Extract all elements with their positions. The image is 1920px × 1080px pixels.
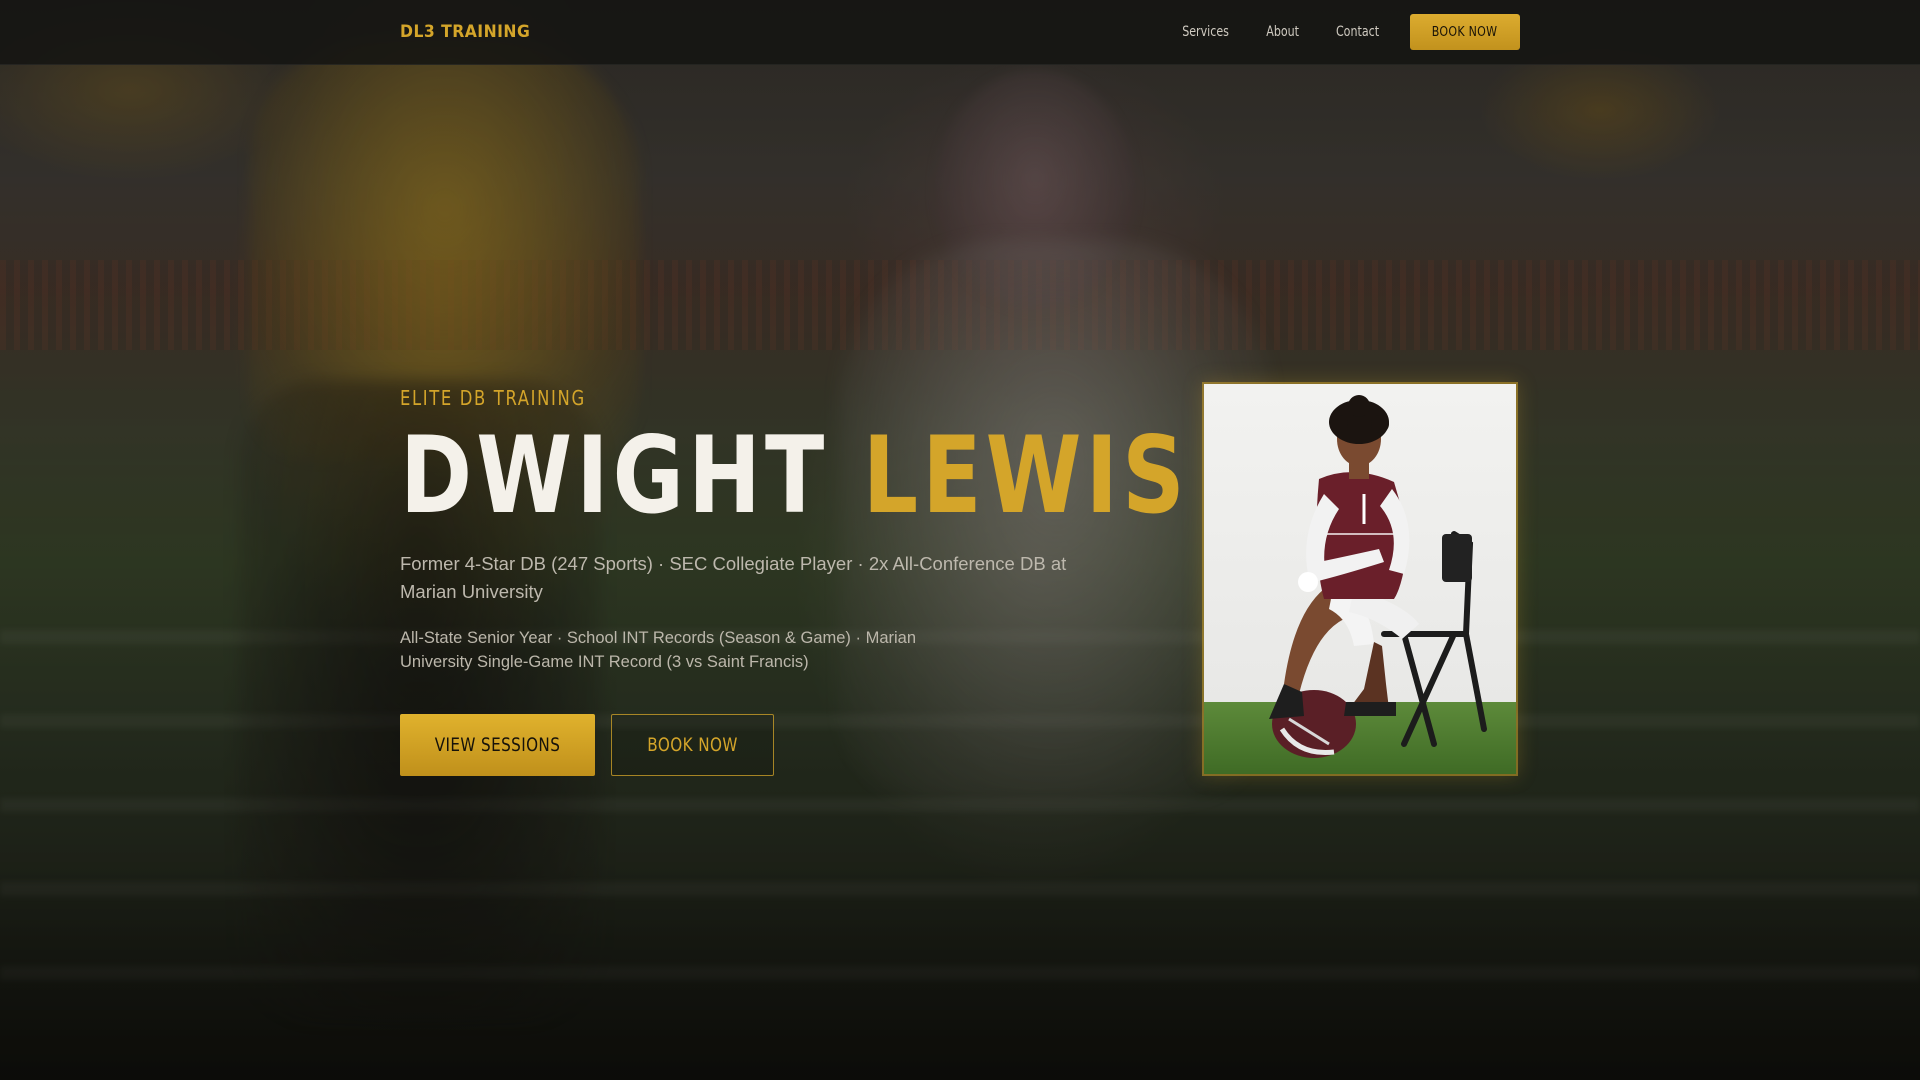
hero-title-first: DWIGHT bbox=[400, 414, 829, 537]
navbar-inner: DL3 TRAINING Services About Contact BOOK… bbox=[400, 0, 1520, 64]
hero-book-now-button[interactable]: BOOK NOW bbox=[611, 714, 774, 776]
nav-links: Services About Contact BOOK NOW bbox=[1147, 14, 1520, 50]
hero-cta-row: VIEW SESSIONS BOOK NOW bbox=[400, 714, 1080, 776]
view-sessions-button[interactable]: VIEW SESSIONS bbox=[400, 714, 595, 776]
nav-book-now-button[interactable]: BOOK NOW bbox=[1410, 14, 1520, 50]
hero-book-now-label: BOOK NOW bbox=[647, 734, 738, 756]
top-navbar: DL3 TRAINING Services About Contact BOOK… bbox=[0, 0, 1920, 65]
nav-link-services[interactable]: Services bbox=[1182, 24, 1229, 40]
view-sessions-label: VIEW SESSIONS bbox=[434, 734, 561, 756]
brand-logo[interactable]: DL3 TRAINING bbox=[400, 22, 530, 42]
hero-content: ELITE DB TRAINING DWIGHT LEWIS III Forme… bbox=[400, 386, 1328, 776]
athlete-portrait-illustration bbox=[1204, 384, 1516, 774]
hero-credentials: Former 4-Star DB (247 Sports) · SEC Coll… bbox=[400, 553, 1067, 602]
hero-achievements: All-State Senior Year · School INT Recor… bbox=[400, 629, 917, 671]
nav-book-now-label: BOOK NOW bbox=[1432, 24, 1498, 40]
hero-eyebrow: ELITE DB TRAINING bbox=[400, 386, 586, 410]
nav-link-about[interactable]: About bbox=[1266, 24, 1299, 40]
nav-link-contact[interactable]: Contact bbox=[1336, 24, 1379, 40]
hero-title: DWIGHT LEWIS III bbox=[400, 423, 1328, 529]
page: DL3 TRAINING Services About Contact BOOK… bbox=[0, 0, 1920, 1080]
athlete-portrait-photo bbox=[1202, 382, 1518, 776]
